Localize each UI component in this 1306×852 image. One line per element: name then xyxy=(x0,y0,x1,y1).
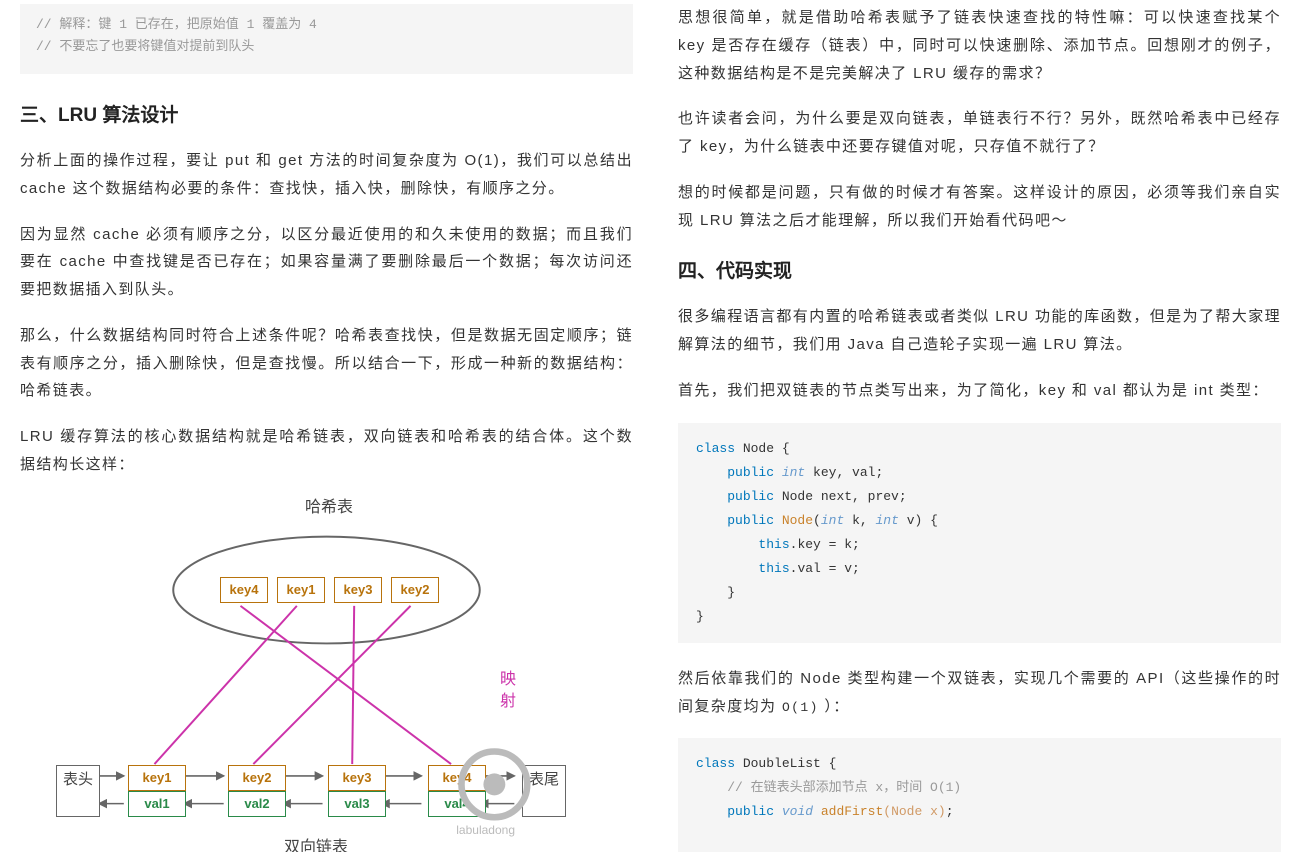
hashtable-label: 哈希表 xyxy=(305,493,353,517)
ll-key-1: key1 xyxy=(128,765,186,791)
list-head: 表头 xyxy=(56,765,100,817)
left-column: // 解释：键 1 已存在，把原始值 1 覆盖为 4 // 不要忘了也要将键值对… xyxy=(0,0,653,852)
left-paragraph-1: 分析上面的操作过程，要让 put 和 get 方法的时间复杂度为 O(1)，我们… xyxy=(20,147,633,203)
code-comment-2: // 不要忘了也要将键值对提前到队头 xyxy=(36,36,617,58)
dll-label: 双向链表 xyxy=(284,833,348,852)
right-paragraph-1: 思想很简单，就是借助哈希表赋予了链表快速查找的特性嘛：可以快速查找某个 key … xyxy=(678,4,1281,87)
ll-val-2: val2 xyxy=(228,791,286,817)
left-paragraph-3: 那么，什么数据结构同时符合上述条件呢？哈希表查找快，但是数据无固定顺序；链表有顺… xyxy=(20,322,633,405)
heading-section-4: 四、代码实现 xyxy=(678,256,1281,283)
hash-key-2: key2 xyxy=(391,577,439,603)
mapping-label-2: 射 xyxy=(500,687,516,711)
two-column-layout: // 解释：键 1 已存在，把原始值 1 覆盖为 4 // 不要忘了也要将键值对… xyxy=(0,0,1306,852)
code-block-top: // 解释：键 1 已存在，把原始值 1 覆盖为 4 // 不要忘了也要将键值对… xyxy=(20,4,633,74)
watermark-text: labuladong xyxy=(456,823,515,837)
mapping-label-1: 映 xyxy=(500,665,516,689)
hash-key-3: key3 xyxy=(334,577,382,603)
right-paragraph-5: 首先，我们把双链表的节点类写出来，为了简化，key 和 val 都认为是 int… xyxy=(678,377,1281,405)
watermark: labuladong xyxy=(456,746,533,837)
hash-key-4: key4 xyxy=(220,577,268,603)
right-paragraph-3: 想的时候都是问题，只有做的时候才有答案。这样设计的原因，必须等我们亲自实现 LR… xyxy=(678,179,1281,235)
ll-key-2: key2 xyxy=(228,765,286,791)
right-paragraph-2: 也许读者会问，为什么要是双向链表，单链表行不行？另外，既然哈希表中已经存了 ke… xyxy=(678,105,1281,161)
right-paragraph-6: 然后依靠我们的 Node 类型构建一个双链表，实现几个需要的 API（这些操作的… xyxy=(678,665,1281,721)
hash-linked-list-diagram: 哈希表 key4 key1 key3 key2 映 射 表头 key1 val1… xyxy=(20,497,633,852)
hash-key-1: key1 xyxy=(277,577,325,603)
code-block-node: class Node { public int key, val; public… xyxy=(678,423,1281,643)
right-paragraph-4: 很多编程语言都有内置的哈希链表或者类似 LRU 功能的库函数，但是为了帮大家理解… xyxy=(678,303,1281,359)
code-comment-1: // 解释：键 1 已存在，把原始值 1 覆盖为 4 xyxy=(36,14,617,36)
ll-key-3: key3 xyxy=(328,765,386,791)
code-block-doublelist: class DoubleList { // 在链表头部添加节点 x，时间 O(1… xyxy=(678,738,1281,852)
right-column: 思想很简单，就是借助哈希表赋予了链表快速查找的特性嘛：可以快速查找某个 key … xyxy=(653,0,1306,852)
left-paragraph-2: 因为显然 cache 必须有顺序之分，以区分最近使用的和久未使用的数据；而且我们… xyxy=(20,221,633,304)
left-paragraph-4: LRU 缓存算法的核心数据结构就是哈希链表，双向链表和哈希表的结合体。这个数据结… xyxy=(20,423,633,479)
ll-val-1: val1 xyxy=(128,791,186,817)
ll-val-3: val3 xyxy=(328,791,386,817)
heading-section-3: 三、LRU 算法设计 xyxy=(20,100,633,127)
